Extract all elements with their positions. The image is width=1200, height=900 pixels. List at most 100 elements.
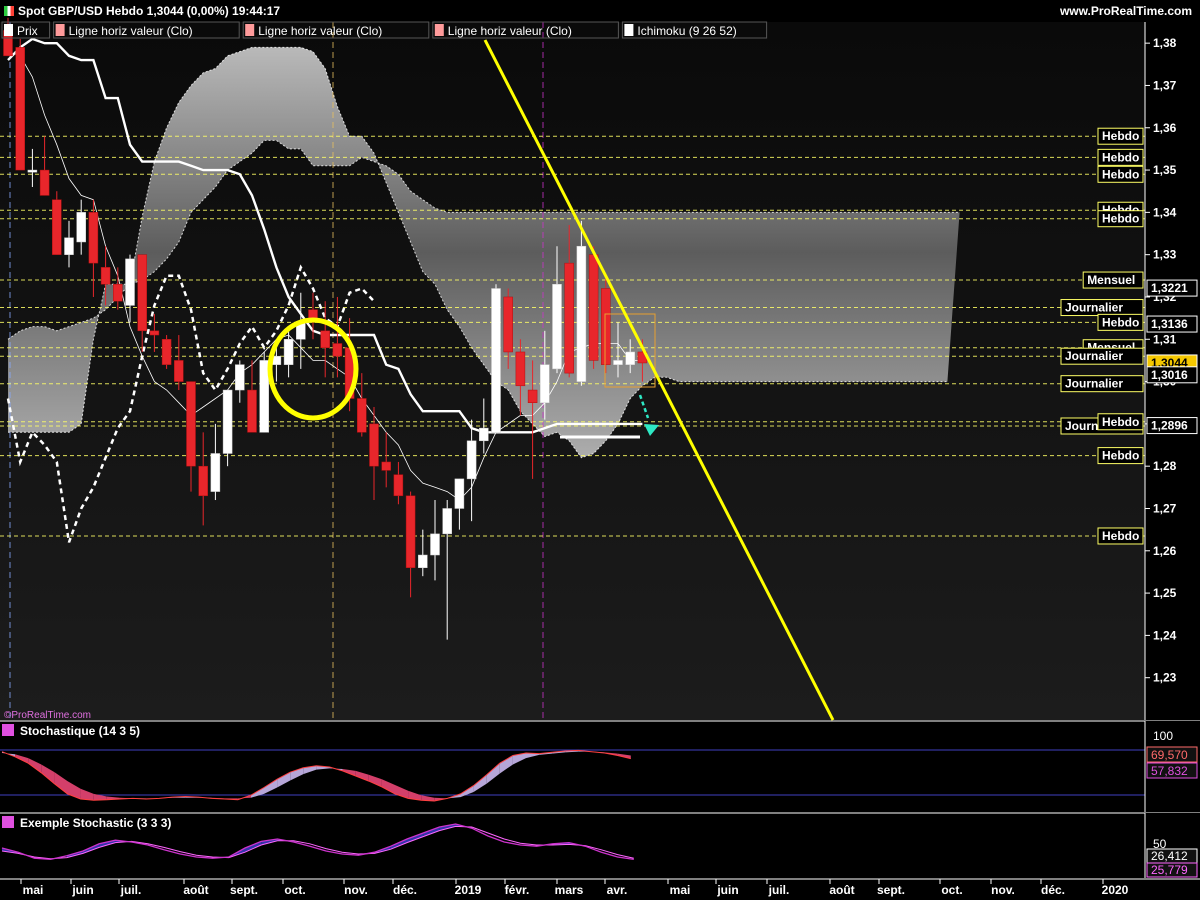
watermark-text: ©ProRealTime.com (4, 710, 91, 721)
candle[interactable] (161, 339, 172, 365)
price-tag-label: 1,3136 (1151, 317, 1188, 331)
candle[interactable] (332, 343, 343, 357)
level-label: Journalier (1065, 349, 1123, 363)
candle[interactable] (113, 284, 123, 302)
legend-label: Ichimoku (9 26 52) (637, 24, 736, 38)
candle[interactable] (613, 360, 623, 365)
candle[interactable] (430, 533, 440, 556)
stoch-tick-label: 100 (1153, 729, 1173, 743)
candle[interactable] (418, 554, 428, 568)
legend-swatch (434, 24, 444, 36)
candle[interactable] (27, 169, 38, 173)
y-tick-label: 1,23 (1153, 671, 1177, 685)
x-tick-label: avr. (607, 883, 628, 897)
candle[interactable] (381, 461, 391, 471)
candle[interactable] (259, 360, 269, 433)
level-label: Hebdo (1102, 212, 1139, 226)
level-label: Journalier (1065, 301, 1123, 315)
candle[interactable] (540, 364, 550, 403)
stoch-panel-background (0, 721, 1145, 812)
y-tick-label: 1,31 (1153, 332, 1177, 346)
x-tick-label: sept. (230, 883, 258, 897)
candle[interactable] (588, 254, 599, 361)
x-tick-label: nov. (344, 883, 368, 897)
candle[interactable] (64, 237, 74, 255)
candle[interactable] (247, 389, 257, 433)
candle[interactable] (222, 389, 233, 454)
candle[interactable] (576, 245, 587, 382)
legend-label: Prix (17, 24, 38, 38)
chart-canvas[interactable]: 1,231,241,251,261,271,281,291,301,311,32… (0, 0, 1200, 900)
x-tick-label: déc. (1041, 883, 1065, 897)
x-tick-label: 2020 (1102, 883, 1129, 897)
x-tick-label: mai (670, 883, 691, 897)
price-tag-label: 1,3016 (1151, 368, 1188, 382)
candle[interactable] (369, 423, 379, 467)
stoch-title: Stochastique (14 3 5) (20, 724, 140, 738)
candle[interactable] (149, 330, 160, 336)
y-tick-label: 1,27 (1153, 501, 1177, 515)
x-tick-label: août (829, 883, 854, 897)
x-tick-label: oct. (284, 883, 305, 897)
candle[interactable] (552, 284, 562, 370)
candle[interactable] (564, 262, 574, 374)
legend-label: Ligne horiz valeur (Clo) (258, 24, 382, 38)
candle[interactable] (442, 508, 452, 535)
x-tick-label: mars (555, 883, 584, 897)
candle[interactable] (198, 465, 208, 497)
candle[interactable] (174, 360, 184, 382)
level-label: Hebdo (1102, 167, 1139, 181)
stoch-tag-label: 69,570 (1151, 748, 1188, 762)
level-label: Hebdo (1102, 415, 1139, 429)
candle[interactable] (357, 398, 367, 433)
x-tick-label: août (183, 883, 208, 897)
x-tick-label: oct. (941, 883, 962, 897)
candle[interactable] (283, 339, 294, 365)
candle[interactable] (466, 440, 477, 480)
level-label: Hebdo (1102, 150, 1139, 164)
candle[interactable] (186, 381, 196, 467)
level-label: Mensuel (1087, 273, 1135, 287)
y-tick-label: 1,36 (1153, 121, 1177, 135)
candle[interactable] (210, 453, 221, 492)
candle[interactable] (137, 254, 147, 332)
y-tick-label: 1,28 (1153, 459, 1177, 473)
x-tick-label: févr. (505, 883, 530, 897)
stoch-tag-label: 57,832 (1151, 764, 1188, 778)
level-label: Hebdo (1102, 315, 1139, 329)
candle[interactable] (479, 427, 489, 442)
y-tick-label: 1,25 (1153, 586, 1177, 600)
legend-swatch (4, 24, 13, 36)
level-label: Hebdo (1102, 129, 1139, 143)
candle[interactable] (405, 495, 416, 568)
candle[interactable] (320, 330, 330, 348)
candle[interactable] (39, 169, 50, 196)
candle[interactable] (52, 199, 62, 255)
x-tick-label: 2019 (455, 883, 482, 897)
candle[interactable] (76, 212, 86, 243)
candle[interactable] (491, 288, 501, 433)
legend-swatch (245, 24, 255, 36)
candle[interactable] (503, 296, 513, 353)
y-tick-label: 1,37 (1153, 78, 1177, 92)
legend-label: Ligne horiz valeur (Clo) (448, 24, 572, 38)
price-tag-label: 1,3221 (1151, 281, 1188, 295)
y-tick-label: 1,38 (1153, 36, 1177, 50)
candle[interactable] (601, 288, 611, 365)
candle[interactable] (527, 389, 538, 403)
candle[interactable] (125, 258, 135, 306)
x-tick-label: juil. (120, 883, 142, 897)
candle[interactable] (235, 364, 245, 391)
candle[interactable] (88, 212, 99, 264)
candle[interactable] (15, 47, 25, 171)
x-tick-label: mai (23, 883, 44, 897)
candle[interactable] (625, 351, 635, 365)
candle[interactable] (454, 478, 465, 509)
stoch-legend-swatch (2, 724, 14, 736)
exemple-title: Exemple Stochastic (3 3 3) (20, 816, 171, 830)
candle[interactable] (515, 351, 526, 387)
x-tick-label: juin (716, 883, 738, 897)
candle[interactable] (100, 267, 111, 285)
y-tick-label: 1,34 (1153, 205, 1177, 219)
candle[interactable] (393, 474, 404, 497)
